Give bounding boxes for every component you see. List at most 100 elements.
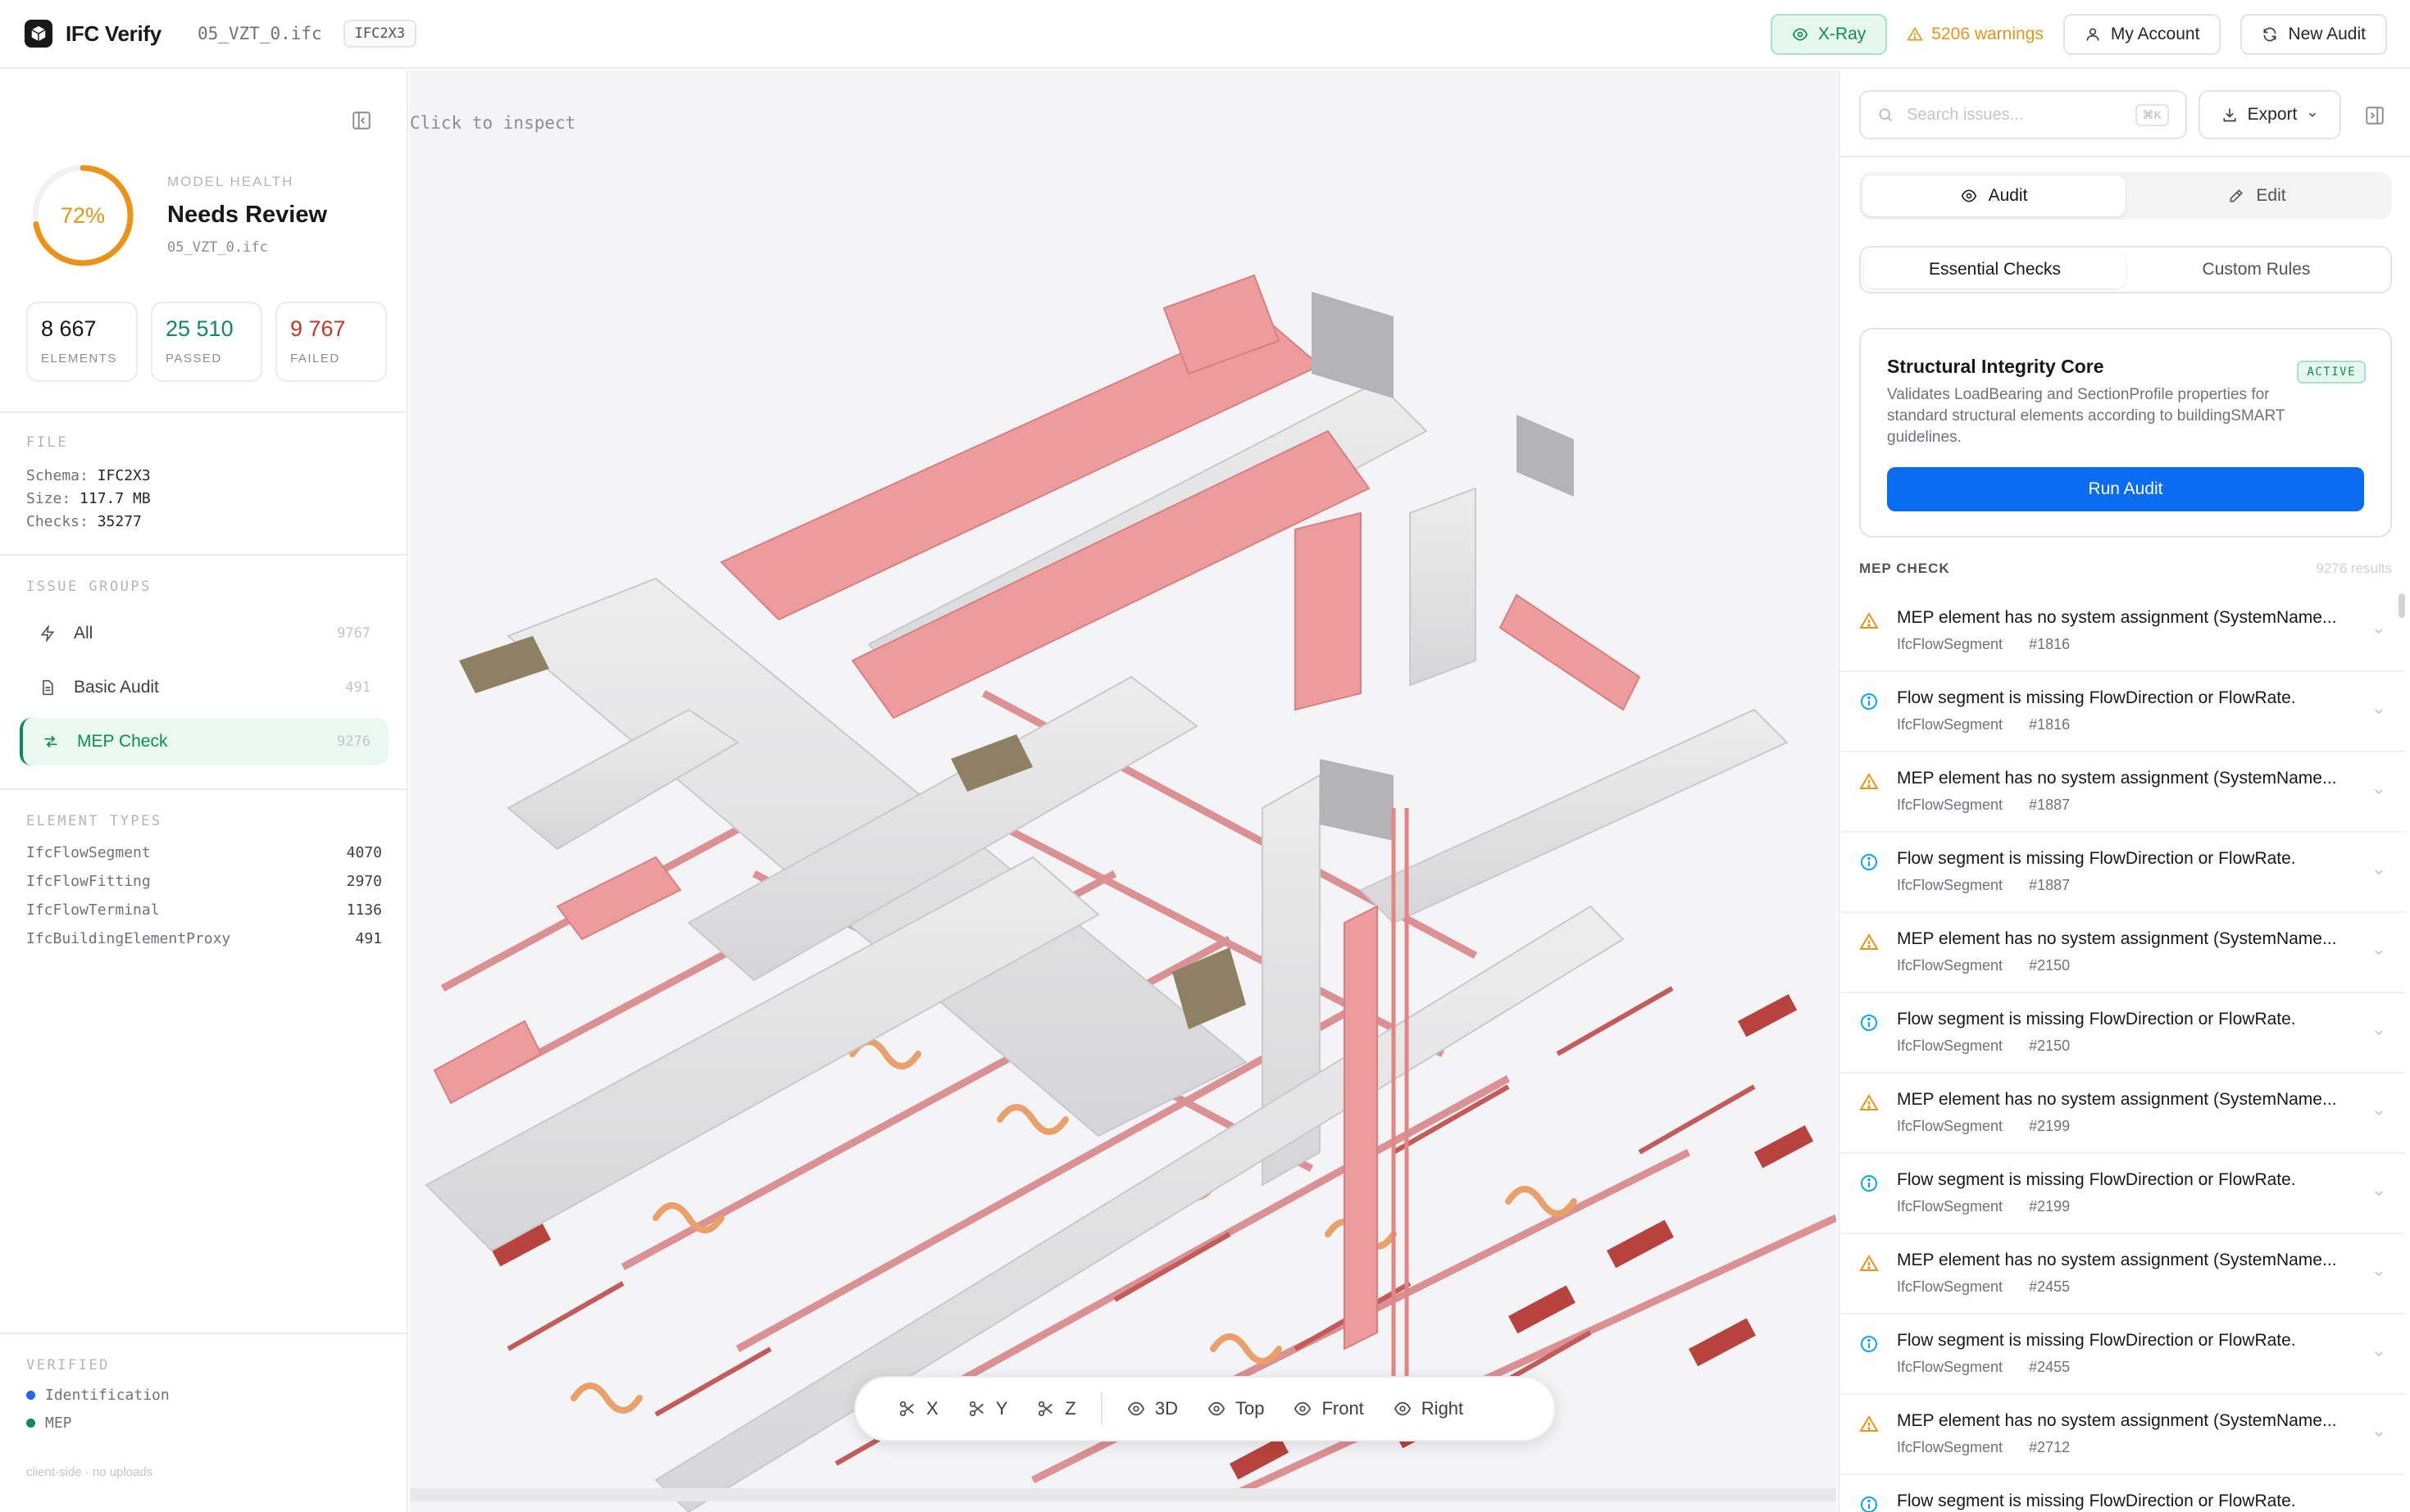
viewport-scrollbar[interactable] — [410, 1488, 1836, 1501]
chevron-down-icon[interactable] — [2372, 1347, 2385, 1360]
issue-title: MEP element has no system assignment (Sy… — [1897, 769, 2337, 788]
issue-element-type: IfcFlowSegment — [1897, 1439, 2003, 1455]
view-right-label: Right — [1421, 1398, 1464, 1419]
new-audit-button[interactable]: New Audit — [2240, 14, 2387, 55]
issue-element-type: IfcFlowSegment — [1897, 1118, 2003, 1134]
card-description: Validates LoadBearing and SectionProfile… — [1887, 386, 2285, 446]
issue-row[interactable]: Flow segment is missing FlowDirection or… — [1839, 1314, 2405, 1395]
issue-row[interactable]: MEP element has no system assignment (Sy… — [1839, 1074, 2405, 1154]
warnings-indicator[interactable]: 5206 warnings — [1907, 25, 2044, 44]
search-box[interactable]: ⌘K — [1859, 90, 2187, 139]
issue-element-id: #2712 — [2029, 1439, 2071, 1455]
issue-group-label: MEP Check — [77, 732, 168, 751]
issue-meta: IfcFlowSegment #2712 — [1897, 1439, 2070, 1456]
chevron-down-icon — [2307, 109, 2318, 120]
search-input[interactable] — [1907, 105, 2120, 125]
issue-row[interactable]: MEP element has no system assignment (Sy… — [1839, 592, 2405, 672]
clip-z-label: Z — [1065, 1398, 1076, 1419]
element-type-row[interactable]: IfcBuildingElementProxy 491 — [26, 930, 382, 947]
tab-essential-label: Essential Checks — [1928, 260, 2062, 279]
view-front-button[interactable]: Front — [1279, 1384, 1378, 1433]
chevron-down-icon[interactable] — [2372, 624, 2385, 638]
issues-scrollbar[interactable] — [2399, 593, 2405, 618]
chevron-down-icon[interactable] — [2372, 785, 2385, 798]
element-type-count: 1136 — [346, 901, 382, 919]
model-render[interactable] — [410, 70, 1836, 1512]
chevron-down-icon[interactable] — [2372, 946, 2385, 959]
issue-title: Flow segment is missing FlowDirection or… — [1897, 1331, 2296, 1350]
issue-group-basic-audit[interactable]: Basic Audit 491 — [20, 664, 389, 711]
verified-item: MEP — [26, 1414, 72, 1432]
pencil-icon — [2228, 188, 2244, 204]
issue-element-id: #2199 — [2029, 1118, 2071, 1134]
view-top-button[interactable]: Top — [1193, 1384, 1279, 1433]
eye-icon — [1792, 26, 1808, 43]
element-type-row[interactable]: IfcFlowFitting 2970 — [26, 873, 382, 890]
view-top-label: Top — [1235, 1398, 1265, 1419]
issue-group-count: 491 — [345, 679, 371, 696]
card-title: Structural Integrity Core — [1887, 356, 2104, 377]
element-type-row[interactable]: IfcFlowTerminal 1136 — [26, 901, 382, 919]
issue-element-id: #1816 — [2029, 716, 2071, 733]
chevron-down-icon[interactable] — [2372, 865, 2385, 879]
issue-meta: IfcFlowSegment #2150 — [1897, 957, 2070, 974]
verified-label: Identification — [45, 1387, 170, 1404]
issue-row[interactable]: Flow segment is missing FlowDirection or… — [1839, 1475, 2405, 1512]
issue-meta: IfcFlowSegment #1816 — [1897, 716, 2070, 733]
stat-label: FAILED — [290, 352, 340, 366]
mode-edit-tab[interactable]: Edit — [2126, 175, 2389, 216]
issue-row[interactable]: Flow segment is missing FlowDirection or… — [1839, 1154, 2405, 1234]
issue-title: MEP element has no system assignment (Sy… — [1897, 1251, 2337, 1269]
eye-icon — [1127, 1400, 1145, 1418]
download-icon — [2221, 107, 2238, 123]
clip-z-button[interactable]: Z — [1022, 1384, 1090, 1433]
clip-y-button[interactable]: Y — [953, 1384, 1023, 1433]
mode-audit-tab[interactable]: Audit — [1862, 175, 2126, 216]
file-name: 05_VZT_0.ifc — [197, 24, 322, 43]
export-button[interactable]: Export — [2199, 90, 2341, 139]
app-logo-icon — [25, 20, 52, 48]
top-bar: IFC Verify 05_VZT_0.ifc IFC2X3 X-Ray 520… — [0, 0, 2410, 69]
issue-row[interactable]: Flow segment is missing FlowDirection or… — [1839, 672, 2405, 752]
chevron-down-icon[interactable] — [2372, 705, 2385, 718]
file-section-title: FILE — [26, 434, 68, 451]
issue-title: Flow segment is missing FlowDirection or… — [1897, 1010, 2296, 1028]
element-type-name: IfcBuildingElementProxy — [26, 930, 231, 947]
issue-element-type: IfcFlowSegment — [1897, 877, 2003, 893]
chevron-down-icon[interactable] — [2372, 1267, 2385, 1280]
issue-row[interactable]: MEP element has no system assignment (Sy… — [1839, 1395, 2405, 1475]
run-audit-button[interactable]: Run Audit — [1887, 467, 2364, 511]
issue-group-all[interactable]: All 9767 — [20, 610, 389, 657]
issue-row[interactable]: MEP element has no system assignment (Sy… — [1839, 752, 2405, 833]
panel-toggle-icon[interactable] — [2364, 105, 2385, 126]
3d-viewport[interactable]: Click to inspect X Y Z 3D Top Front Righ… — [410, 70, 1836, 1512]
element-type-row[interactable]: IfcFlowSegment 4070 — [26, 844, 382, 861]
issue-row[interactable]: Flow segment is missing FlowDirection or… — [1839, 833, 2405, 913]
eye-icon — [1294, 1400, 1312, 1418]
health-file-name: 05_VZT_0.ifc — [167, 239, 268, 256]
privacy-footnote: client-side · no uploads — [26, 1465, 153, 1479]
warning-icon — [1859, 1414, 1879, 1434]
search-icon — [1877, 107, 1894, 123]
chevron-down-icon[interactable] — [2372, 1026, 2385, 1039]
issue-row[interactable]: MEP element has no system assignment (Sy… — [1839, 1234, 2405, 1314]
info-icon — [1859, 1495, 1879, 1512]
issue-title: Flow segment is missing FlowDirection or… — [1897, 849, 2296, 868]
sidebar-collapse-icon[interactable] — [351, 110, 372, 131]
chevron-down-icon[interactable] — [2372, 1428, 2385, 1441]
warning-icon — [1859, 1254, 1879, 1274]
issue-element-type: IfcFlowSegment — [1897, 1278, 2003, 1295]
chevron-down-icon[interactable] — [2372, 1508, 2385, 1512]
view-3d-button[interactable]: 3D — [1112, 1384, 1193, 1433]
clip-x-button[interactable]: X — [884, 1384, 953, 1433]
issue-row[interactable]: MEP element has no system assignment (Sy… — [1839, 913, 2405, 993]
chevron-down-icon[interactable] — [2372, 1187, 2385, 1200]
view-right-button[interactable]: Right — [1379, 1384, 1478, 1433]
tab-essential-checks[interactable]: Essential Checks — [1864, 251, 2126, 288]
chevron-down-icon[interactable] — [2372, 1106, 2385, 1119]
xray-toggle-button[interactable]: X-Ray — [1770, 14, 1888, 55]
issue-row[interactable]: Flow segment is missing FlowDirection or… — [1839, 993, 2405, 1074]
issue-group-mep-check[interactable]: MEP Check 9276 — [20, 718, 389, 765]
my-account-button[interactable]: My Account — [2062, 14, 2221, 55]
tab-custom-rules[interactable]: Custom Rules — [2126, 251, 2387, 288]
